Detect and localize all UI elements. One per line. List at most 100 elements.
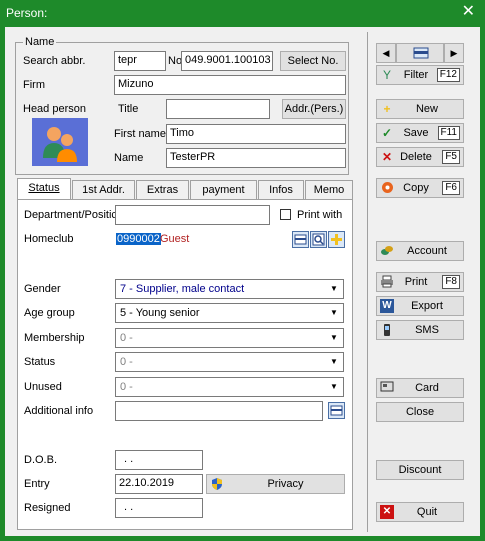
- save-label: Save: [403, 127, 429, 139]
- first-name-field[interactable]: Timo: [166, 124, 346, 144]
- head-person-avatar[interactable]: [32, 118, 88, 166]
- delete-button[interactable]: ✕ Delete F5: [376, 147, 464, 167]
- select-no-button[interactable]: Select No.: [280, 51, 346, 71]
- chevron-down-icon: ▼: [330, 284, 338, 293]
- export-button[interactable]: W Export: [376, 296, 464, 316]
- copy-button[interactable]: Copy F6: [376, 178, 464, 198]
- search-abbr-label: Search abbr.: [23, 55, 86, 67]
- tab-infos[interactable]: Infos: [258, 180, 304, 200]
- chevron-down-icon: ▼: [330, 382, 338, 391]
- new-label: New: [415, 103, 438, 115]
- privacy-label: Privacy: [267, 478, 304, 490]
- homeclub-label: Homeclub: [24, 233, 74, 245]
- no-field[interactable]: 049.9001.100103: [181, 51, 273, 71]
- close-icon[interactable]: ✕: [462, 3, 475, 21]
- gender-value: 7 - Supplier, male contact: [120, 283, 245, 295]
- privacy-button[interactable]: Privacy: [206, 474, 345, 494]
- resigned-label: Resigned: [24, 502, 71, 514]
- triangle-right-icon: ▶: [450, 48, 458, 58]
- tab-status[interactable]: Status: [17, 178, 71, 200]
- new-button[interactable]: + New: [376, 99, 464, 119]
- account-button[interactable]: Account: [376, 241, 464, 261]
- printer-icon: [380, 275, 394, 289]
- status-select[interactable]: 0 - ▼: [115, 352, 344, 372]
- list-view-button[interactable]: [396, 43, 444, 63]
- homeclub-edit-button[interactable]: [292, 231, 309, 248]
- homeclub-add-button[interactable]: [328, 231, 345, 248]
- tab-strip: Status 1st Addr. Extras payment Infos Me…: [17, 178, 355, 200]
- tab-extras-label: Extras: [146, 184, 179, 196]
- filter-label: Filter: [403, 69, 429, 81]
- addr-pers-button[interactable]: Addr.(Pers.): [282, 99, 346, 119]
- copy-icon: [380, 181, 394, 195]
- homeclub-name: Guest: [160, 233, 190, 245]
- department-field[interactable]: [115, 205, 270, 225]
- resigned-field[interactable]: . .: [115, 498, 203, 518]
- chevron-down-icon: ▼: [330, 357, 338, 366]
- no-label: No: [168, 55, 183, 67]
- search-icon: [312, 233, 325, 246]
- copy-label: Copy: [403, 182, 429, 194]
- tab-memo-label: Memo: [313, 184, 345, 196]
- print-with-checkbox[interactable]: [280, 209, 291, 220]
- membership-select[interactable]: 0 - ▼: [115, 328, 344, 348]
- unused-select[interactable]: 0 - ▼: [115, 377, 344, 397]
- prev-record-button[interactable]: ◀: [376, 43, 396, 63]
- tab-payment[interactable]: payment: [190, 180, 257, 200]
- card-label: Card: [415, 382, 439, 394]
- close-label: Close: [405, 406, 435, 418]
- print-with-label: Print with: [297, 209, 343, 221]
- entry-field[interactable]: 22.10.2019: [115, 474, 203, 494]
- tab-1st-addr[interactable]: 1st Addr.: [72, 180, 135, 200]
- title-bar: Person: ✕: [0, 0, 485, 27]
- tab-status-label: Status: [28, 182, 60, 194]
- triangle-left-icon: ◀: [382, 48, 390, 58]
- age-group-value: 5 - Young senior: [120, 307, 200, 319]
- tab-extras[interactable]: Extras: [136, 180, 189, 200]
- quit-button[interactable]: ✕ Quit: [376, 502, 464, 522]
- card-icon: [330, 405, 343, 416]
- firm-field[interactable]: Mizuno: [114, 75, 346, 95]
- quit-label: Quit: [416, 506, 438, 518]
- delete-x-icon: ✕: [381, 150, 393, 164]
- department-label: Department/Positic: [24, 209, 116, 221]
- discount-button[interactable]: Discount: [376, 460, 464, 480]
- window-frame: Name Search abbr. tepr No 049.9001.10010…: [0, 27, 485, 541]
- age-group-label: Age group: [24, 307, 75, 319]
- dob-label: D.O.B.: [24, 454, 58, 466]
- filter-button[interactable]: Y Filter F12: [376, 65, 464, 85]
- card-button[interactable]: Card: [376, 378, 464, 398]
- close-button[interactable]: Close: [376, 402, 464, 422]
- name-group-label: Name: [23, 36, 57, 48]
- filter-shortcut: F12: [436, 68, 460, 82]
- search-abbr-field[interactable]: tepr: [114, 51, 166, 71]
- homeclub-search-button[interactable]: [310, 231, 327, 248]
- gender-select[interactable]: 7 - Supplier, male contact ▼: [115, 279, 344, 299]
- window-title: Person:: [6, 6, 48, 20]
- additional-info-button[interactable]: [328, 402, 345, 419]
- sms-button[interactable]: SMS: [376, 320, 464, 340]
- additional-info-label: Additional info: [24, 405, 94, 417]
- id-card-icon: [380, 381, 394, 395]
- dob-field[interactable]: . .: [115, 450, 203, 470]
- unused-value: 0 -: [120, 381, 133, 393]
- quit-x-icon: ✕: [380, 505, 394, 519]
- print-button[interactable]: Print F8: [376, 272, 464, 292]
- account-label: Account: [407, 245, 447, 257]
- head-person-label: Head person: [23, 103, 86, 115]
- title-field[interactable]: [166, 99, 270, 119]
- homeclub-code[interactable]: 0990002: [116, 233, 161, 245]
- mobile-phone-icon: [380, 323, 394, 337]
- age-group-select[interactable]: 5 - Young senior ▼: [115, 303, 344, 323]
- next-record-button[interactable]: ▶: [444, 43, 464, 63]
- save-button[interactable]: ✓ Save F11: [376, 123, 464, 143]
- delete-label: Delete: [400, 151, 432, 163]
- persons-icon: [43, 127, 77, 162]
- vertical-separator: [367, 32, 368, 532]
- name-field[interactable]: TesterPR: [166, 148, 346, 168]
- plus-icon: [331, 234, 342, 245]
- nav-button-group: ◀ ▶: [376, 43, 464, 63]
- tab-memo[interactable]: Memo: [305, 180, 353, 200]
- sms-label: SMS: [415, 324, 439, 336]
- additional-info-field[interactable]: [115, 401, 323, 421]
